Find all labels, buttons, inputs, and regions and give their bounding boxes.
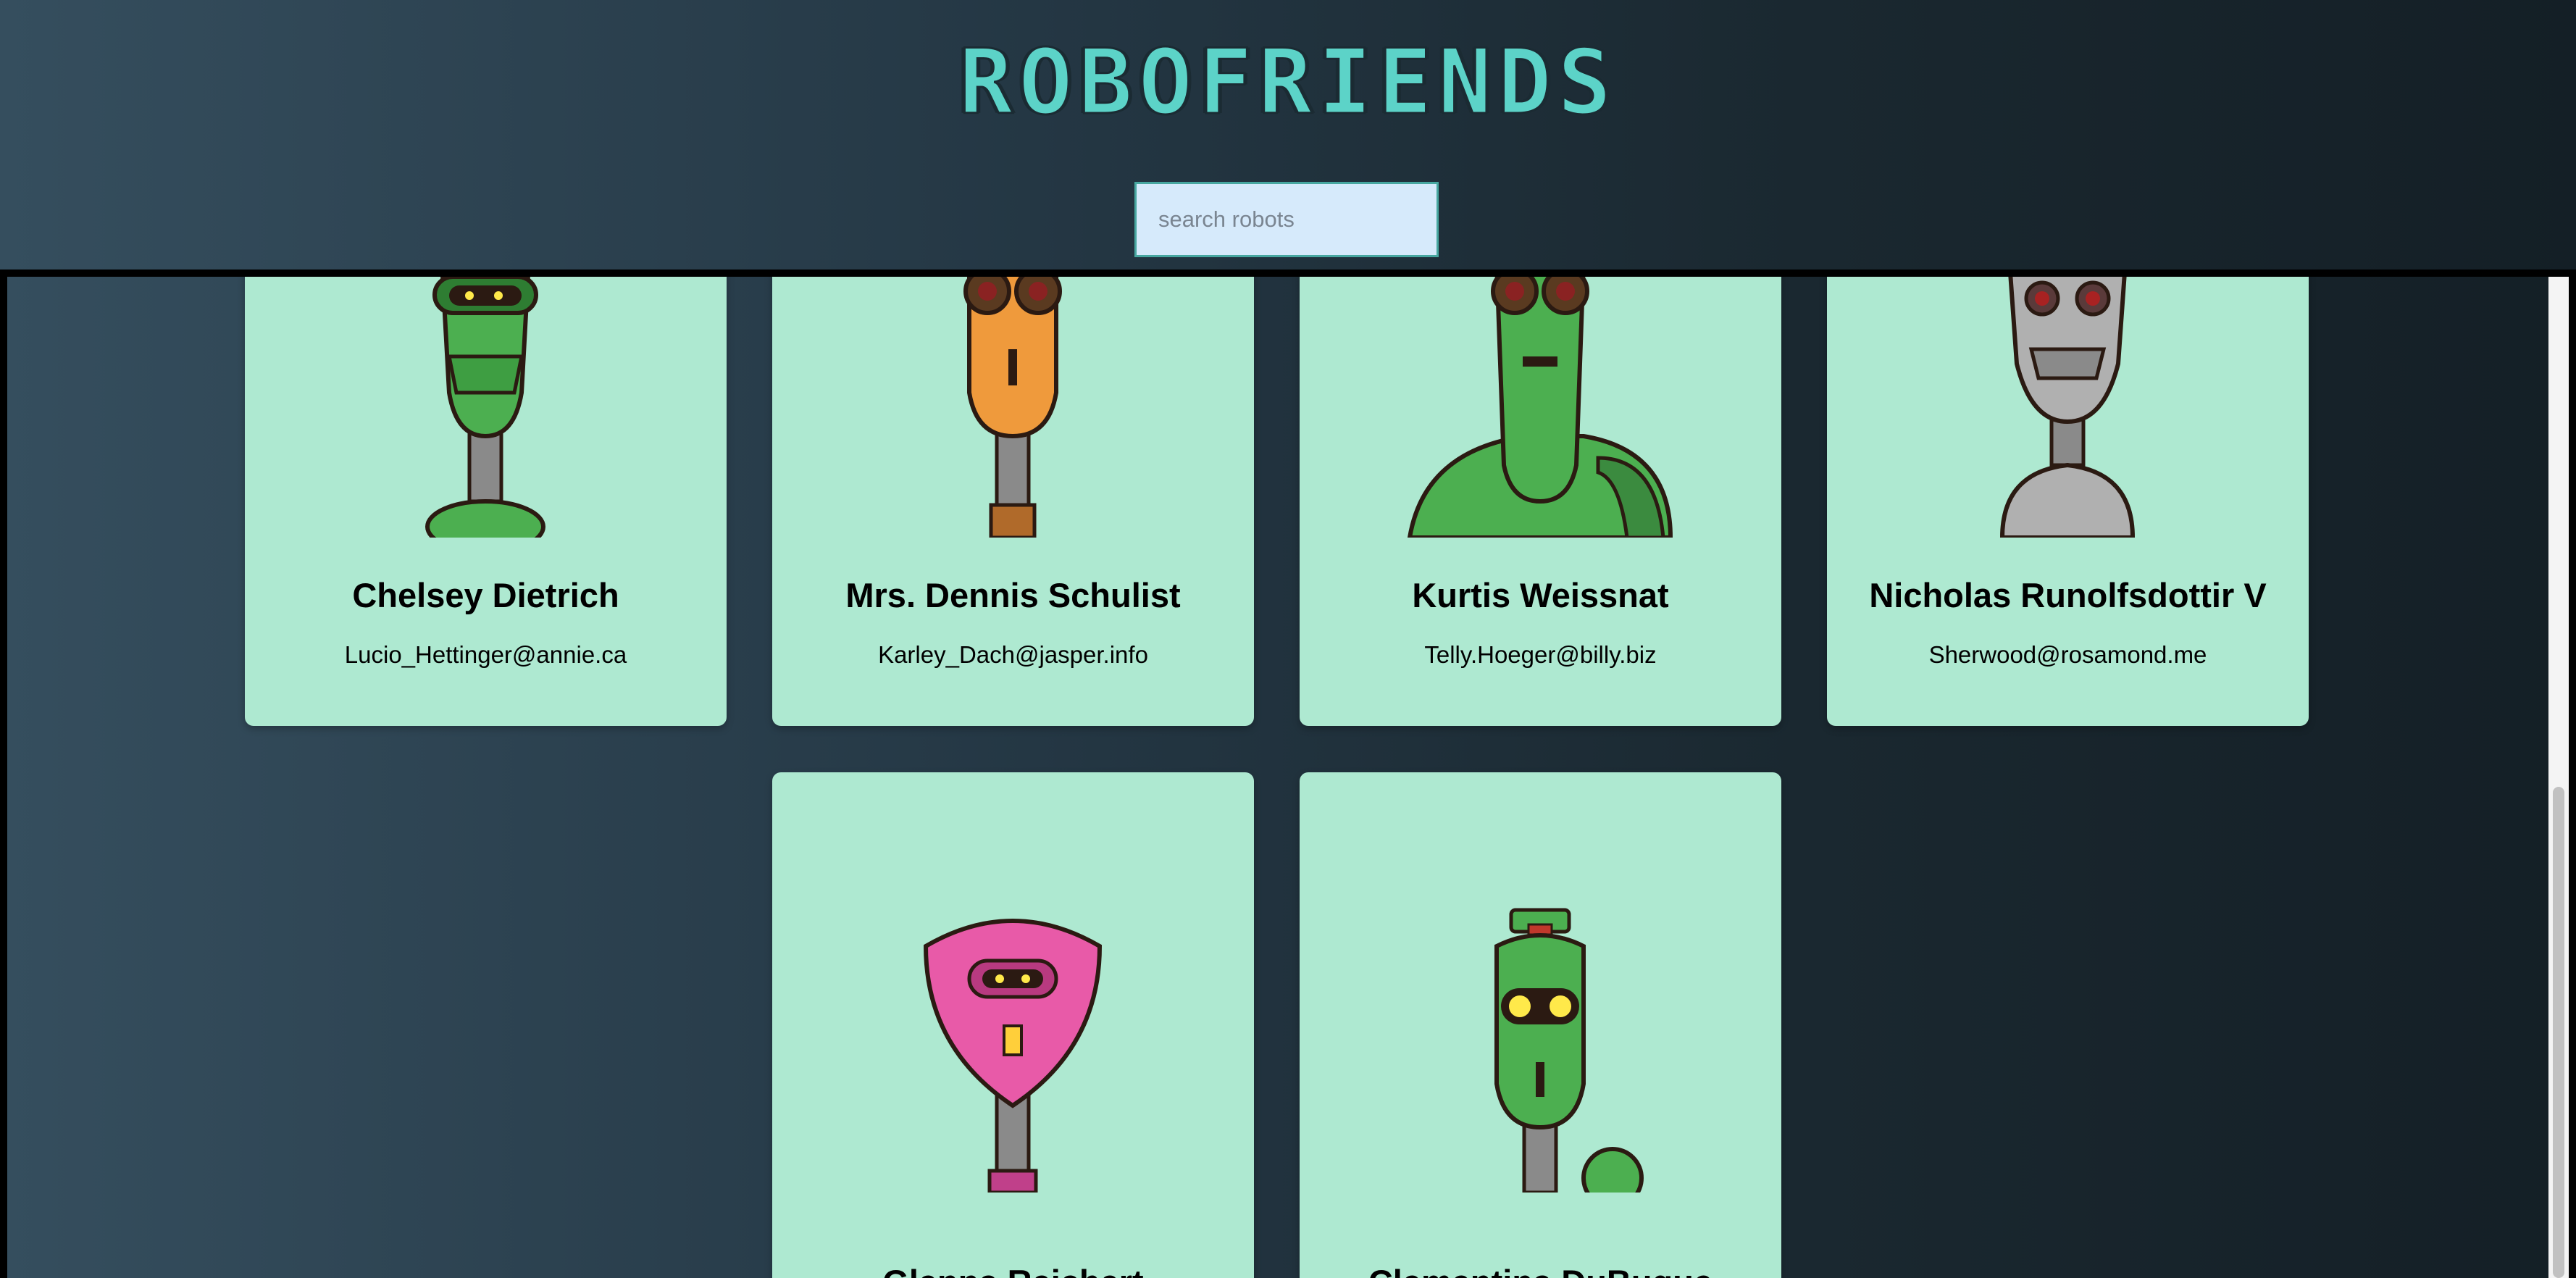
robot-email: Karley_Dach@jasper.info (878, 641, 1148, 668)
robot-orange-icon (963, 277, 1062, 538)
app-title: ROBOFRIENDS (958, 30, 1618, 136)
robot-email: Telly.Hoeger@billy.biz (1424, 641, 1657, 668)
robot-name: Nicholas Runolfsdottir V (1869, 576, 2267, 614)
robot-green-visor-icon (425, 277, 545, 538)
robot-silver-icon (1999, 277, 2136, 538)
robot-email: Sherwood@rosamond.me (1928, 641, 2207, 668)
robot-name: Glenna Reichert (772, 1262, 1254, 1278)
robot-name: Mrs. Dennis Schulist (845, 576, 1181, 614)
robot-card[interactable]: Kurtis Weissnat Telly.Hoeger@billy.biz (1300, 277, 1781, 726)
robot-name: Clementina DuBuque (1300, 1262, 1781, 1278)
header: ROBOFRIENDS (0, 0, 2576, 270)
robot-card[interactable]: Chelsey Dietrich Lucio_Hettinger@annie.c… (245, 277, 727, 726)
scrollbar-thumb[interactable] (2553, 787, 2564, 1278)
robot-green-shoulders-icon (1407, 277, 1673, 538)
robot-name: Kurtis Weissnat (1412, 576, 1669, 614)
robot-card[interactable]: Nicholas Runolfsdottir V Sherwood@rosamo… (1827, 277, 2309, 726)
robot-list-scroll-area[interactable]: Chelsey Dietrich Lucio_Hettinger@annie.c… (0, 270, 2576, 1278)
robot-card[interactable]: Mrs. Dennis Schulist Karley_Dach@jasper.… (772, 277, 1254, 726)
robot-card[interactable]: Clementina DuBuque (1300, 772, 1781, 1278)
robot-name: Chelsey Dietrich (352, 576, 619, 614)
robot-email: Lucio_Hettinger@annie.ca (344, 641, 627, 668)
robot-card[interactable]: Glenna Reichert (772, 772, 1254, 1278)
robot-pink-icon (923, 919, 1103, 1193)
search-input[interactable] (1134, 182, 1439, 257)
robot-green-hat-icon (1494, 908, 1644, 1193)
